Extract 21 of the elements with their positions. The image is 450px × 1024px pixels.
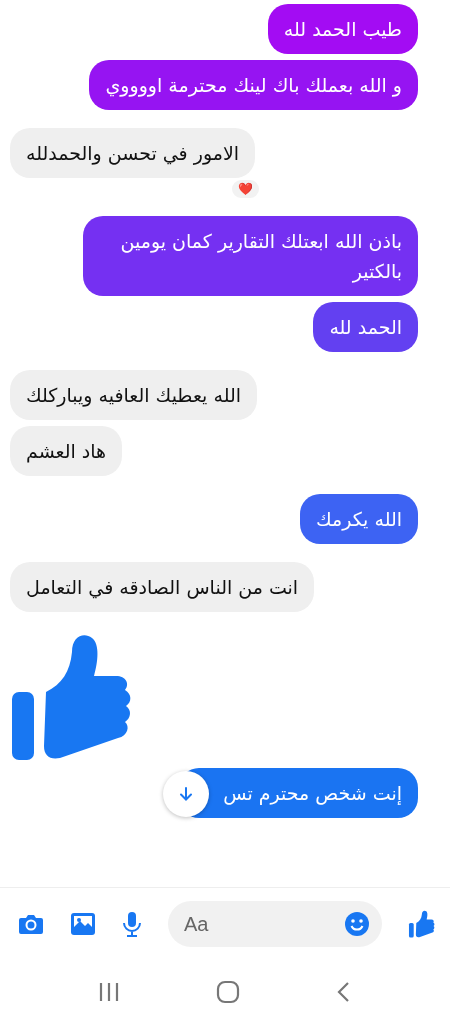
thumbs-up-icon[interactable] [408, 910, 436, 938]
camera-icon[interactable] [18, 913, 44, 935]
image-icon[interactable] [70, 912, 96, 936]
message-bubble: و الله بعملك باك لينك محترمة اووووي [89, 60, 418, 110]
down-arrow-icon [178, 786, 195, 802]
message-bubble: الله يعطيك العافيه ويباركلك [10, 370, 257, 420]
microphone-icon[interactable] [122, 911, 142, 937]
message-bubble: الله يكرمك [299, 494, 418, 544]
heart-reaction: ❤ [232, 180, 259, 198]
scroll-down-button[interactable] [163, 771, 210, 817]
message-bubble: باذن الله ابعتلك التقارير كمان يومين بالكتير [83, 216, 418, 296]
message-bubble: الحمد لله [313, 302, 418, 352]
message-bubble: الامور في تحسن والحمدلله [10, 128, 256, 178]
message-bubble: طيب الحمد لله [267, 4, 418, 54]
emoji-icon[interactable] [344, 911, 370, 937]
message-bubble: انت من الناس الصادقه في التعامل [10, 562, 315, 612]
message-bubble: هاد العشم [10, 426, 123, 476]
message-input[interactable]: Aa [168, 901, 382, 947]
back-icon[interactable] [336, 981, 352, 1003]
recent-apps-icon[interactable] [98, 982, 120, 1002]
home-icon[interactable] [216, 980, 240, 1004]
